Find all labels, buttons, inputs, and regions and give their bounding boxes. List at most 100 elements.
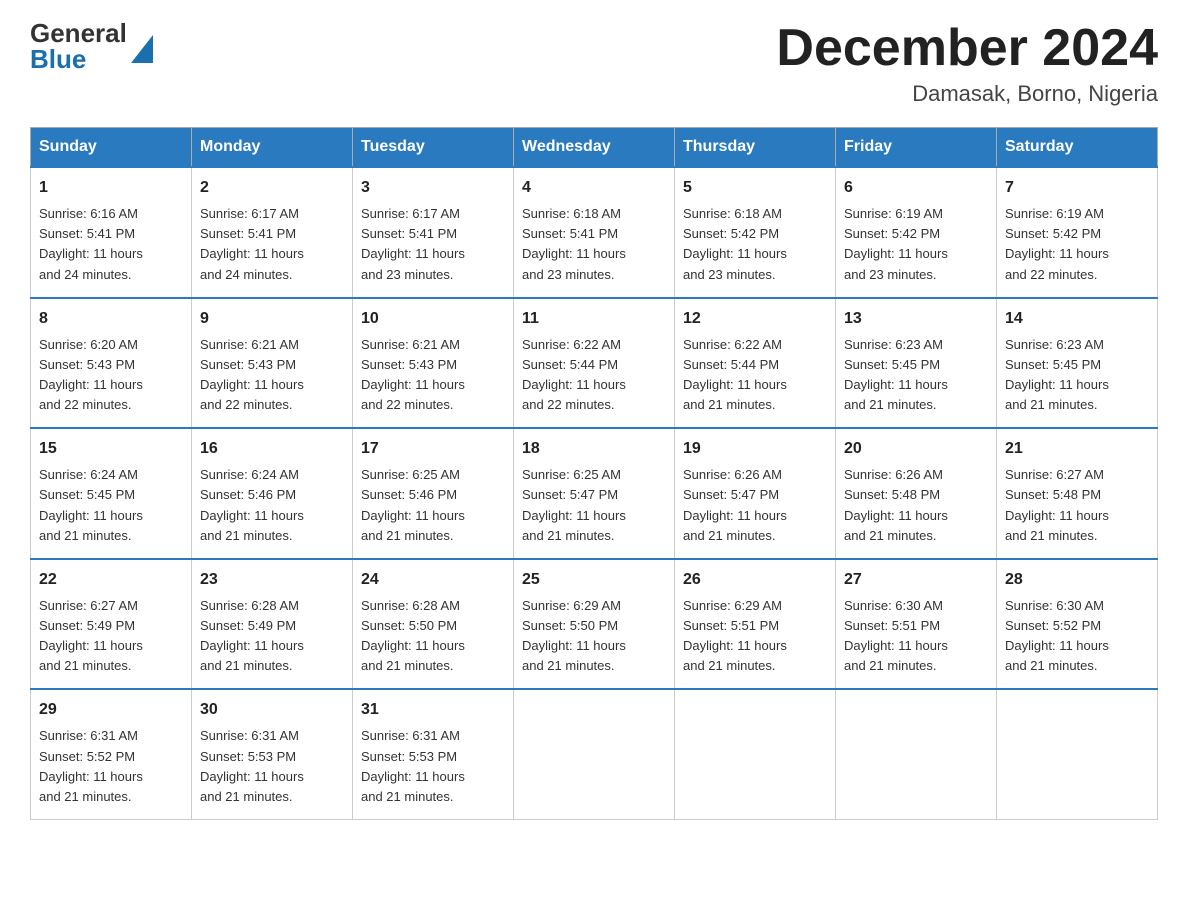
day-number: 7 xyxy=(1005,176,1149,200)
day-number: 4 xyxy=(522,176,666,200)
day-cell: 29Sunrise: 6:31 AMSunset: 5:52 PMDayligh… xyxy=(31,689,192,819)
day-number: 11 xyxy=(522,307,666,331)
day-info: Sunrise: 6:22 AMSunset: 5:44 PMDaylight:… xyxy=(683,335,827,416)
day-info: Sunrise: 6:28 AMSunset: 5:50 PMDaylight:… xyxy=(361,596,505,677)
day-number: 29 xyxy=(39,698,183,722)
day-info: Sunrise: 6:19 AMSunset: 5:42 PMDaylight:… xyxy=(1005,204,1149,285)
day-info: Sunrise: 6:24 AMSunset: 5:45 PMDaylight:… xyxy=(39,465,183,546)
day-number: 26 xyxy=(683,568,827,592)
day-number: 3 xyxy=(361,176,505,200)
day-number: 18 xyxy=(522,437,666,461)
day-info: Sunrise: 6:17 AMSunset: 5:41 PMDaylight:… xyxy=(361,204,505,285)
day-cell: 24 Sunrise: 6:28 AMSunset: 5:50 PMDayligh… xyxy=(353,559,514,690)
header-sunday: Sunday xyxy=(31,128,192,168)
header-thursday: Thursday xyxy=(675,128,836,168)
day-info: Sunrise: 6:27 AMSunset: 5:48 PMDaylight:… xyxy=(1005,465,1149,546)
day-number: 16 xyxy=(200,437,344,461)
day-number: 22 xyxy=(39,568,183,592)
day-info: Sunrise: 6:18 AMSunset: 5:42 PMDaylight:… xyxy=(683,204,827,285)
day-cell xyxy=(514,689,675,819)
day-cell: 5Sunrise: 6:18 AMSunset: 5:42 PMDaylight… xyxy=(675,167,836,298)
day-number: 6 xyxy=(844,176,988,200)
day-info: Sunrise: 6:21 AMSunset: 5:43 PMDaylight:… xyxy=(361,335,505,416)
day-cell: 4Sunrise: 6:18 AMSunset: 5:41 PMDaylight… xyxy=(514,167,675,298)
day-info: Sunrise: 6:30 AMSunset: 5:51 PMDaylight:… xyxy=(844,596,988,677)
day-cell xyxy=(675,689,836,819)
logo-name: General Blue xyxy=(30,20,127,72)
day-cell: 8Sunrise: 6:20 AMSunset: 5:43 PMDaylight… xyxy=(31,298,192,429)
day-cell: 7 Sunrise: 6:19 AMSunset: 5:42 PMDaylight… xyxy=(997,167,1158,298)
day-number: 14 xyxy=(1005,307,1149,331)
calendar-table: SundayMondayTuesdayWednesdayThursdayFrid… xyxy=(30,127,1158,820)
day-cell: 17 Sunrise: 6:25 AMSunset: 5:46 PMDayligh… xyxy=(353,428,514,559)
day-cell: 13Sunrise: 6:23 AMSunset: 5:45 PMDayligh… xyxy=(836,298,997,429)
day-cell: 28 Sunrise: 6:30 AMSunset: 5:52 PMDayligh… xyxy=(997,559,1158,690)
header-row: SundayMondayTuesdayWednesdayThursdayFrid… xyxy=(31,128,1158,168)
day-number: 12 xyxy=(683,307,827,331)
day-cell: 6 Sunrise: 6:19 AMSunset: 5:42 PMDaylight… xyxy=(836,167,997,298)
day-info: Sunrise: 6:29 AMSunset: 5:50 PMDaylight:… xyxy=(522,596,666,677)
day-number: 23 xyxy=(200,568,344,592)
day-info: Sunrise: 6:16 AMSunset: 5:41 PMDaylight:… xyxy=(39,204,183,285)
day-info: Sunrise: 6:25 AMSunset: 5:47 PMDaylight:… xyxy=(522,465,666,546)
calendar-title: December 2024 xyxy=(776,20,1158,77)
day-number: 17 xyxy=(361,437,505,461)
day-number: 21 xyxy=(1005,437,1149,461)
day-info: Sunrise: 6:26 AMSunset: 5:47 PMDaylight:… xyxy=(683,465,827,546)
day-cell: 2Sunrise: 6:17 AMSunset: 5:41 PMDaylight… xyxy=(192,167,353,298)
day-info: Sunrise: 6:29 AMSunset: 5:51 PMDaylight:… xyxy=(683,596,827,677)
day-cell: 26 Sunrise: 6:29 AMSunset: 5:51 PMDayligh… xyxy=(675,559,836,690)
logo-blue: Blue xyxy=(30,46,127,72)
day-number: 30 xyxy=(200,698,344,722)
day-info: Sunrise: 6:19 AMSunset: 5:42 PMDaylight:… xyxy=(844,204,988,285)
day-number: 2 xyxy=(200,176,344,200)
header-wednesday: Wednesday xyxy=(514,128,675,168)
day-cell: 21 Sunrise: 6:27 AMSunset: 5:48 PMDayligh… xyxy=(997,428,1158,559)
week-row-5: 29Sunrise: 6:31 AMSunset: 5:52 PMDayligh… xyxy=(31,689,1158,819)
header-monday: Monday xyxy=(192,128,353,168)
day-info: Sunrise: 6:24 AMSunset: 5:46 PMDaylight:… xyxy=(200,465,344,546)
day-info: Sunrise: 6:30 AMSunset: 5:52 PMDaylight:… xyxy=(1005,596,1149,677)
day-info: Sunrise: 6:27 AMSunset: 5:49 PMDaylight:… xyxy=(39,596,183,677)
day-cell: 15Sunrise: 6:24 AMSunset: 5:45 PMDayligh… xyxy=(31,428,192,559)
day-info: Sunrise: 6:28 AMSunset: 5:49 PMDaylight:… xyxy=(200,596,344,677)
day-cell: 22 Sunrise: 6:27 AMSunset: 5:49 PMDayligh… xyxy=(31,559,192,690)
header-tuesday: Tuesday xyxy=(353,128,514,168)
day-number: 1 xyxy=(39,176,183,200)
day-info: Sunrise: 6:25 AMSunset: 5:46 PMDaylight:… xyxy=(361,465,505,546)
day-cell: 3 Sunrise: 6:17 AMSunset: 5:41 PMDaylight… xyxy=(353,167,514,298)
day-cell: 12 Sunrise: 6:22 AMSunset: 5:44 PMDayligh… xyxy=(675,298,836,429)
day-number: 19 xyxy=(683,437,827,461)
title-section: December 2024 Damasak, Borno, Nigeria xyxy=(776,20,1158,107)
day-info: Sunrise: 6:23 AMSunset: 5:45 PMDaylight:… xyxy=(1005,335,1149,416)
day-info: Sunrise: 6:21 AMSunset: 5:43 PMDaylight:… xyxy=(200,335,344,416)
day-number: 28 xyxy=(1005,568,1149,592)
logo-general: General xyxy=(30,20,127,46)
day-number: 25 xyxy=(522,568,666,592)
week-row-2: 8Sunrise: 6:20 AMSunset: 5:43 PMDaylight… xyxy=(31,298,1158,429)
day-cell: 31Sunrise: 6:31 AMSunset: 5:53 PMDayligh… xyxy=(353,689,514,819)
day-number: 8 xyxy=(39,307,183,331)
day-number: 24 xyxy=(361,568,505,592)
day-number: 9 xyxy=(200,307,344,331)
day-cell: 1 Sunrise: 6:16 AMSunset: 5:41 PMDaylight… xyxy=(31,167,192,298)
day-info: Sunrise: 6:31 AMSunset: 5:53 PMDaylight:… xyxy=(200,726,344,807)
day-number: 10 xyxy=(361,307,505,331)
day-cell xyxy=(997,689,1158,819)
day-cell: 20Sunrise: 6:26 AMSunset: 5:48 PMDayligh… xyxy=(836,428,997,559)
day-number: 27 xyxy=(844,568,988,592)
day-cell: 27 Sunrise: 6:30 AMSunset: 5:51 PMDayligh… xyxy=(836,559,997,690)
day-cell: 18 Sunrise: 6:25 AMSunset: 5:47 PMDayligh… xyxy=(514,428,675,559)
day-cell: 11Sunrise: 6:22 AMSunset: 5:44 PMDayligh… xyxy=(514,298,675,429)
day-cell: 9 Sunrise: 6:21 AMSunset: 5:43 PMDaylight… xyxy=(192,298,353,429)
header-saturday: Saturday xyxy=(997,128,1158,168)
day-cell: 23 Sunrise: 6:28 AMSunset: 5:49 PMDayligh… xyxy=(192,559,353,690)
day-cell: 19 Sunrise: 6:26 AMSunset: 5:47 PMDayligh… xyxy=(675,428,836,559)
week-row-3: 15Sunrise: 6:24 AMSunset: 5:45 PMDayligh… xyxy=(31,428,1158,559)
page-header: General Blue December 2024 Damasak, Born… xyxy=(30,20,1158,107)
day-info: Sunrise: 6:31 AMSunset: 5:53 PMDaylight:… xyxy=(361,726,505,807)
calendar-subtitle: Damasak, Borno, Nigeria xyxy=(776,81,1158,107)
logo: General Blue xyxy=(30,20,153,72)
day-info: Sunrise: 6:26 AMSunset: 5:48 PMDaylight:… xyxy=(844,465,988,546)
day-cell: 14 Sunrise: 6:23 AMSunset: 5:45 PMDayligh… xyxy=(997,298,1158,429)
